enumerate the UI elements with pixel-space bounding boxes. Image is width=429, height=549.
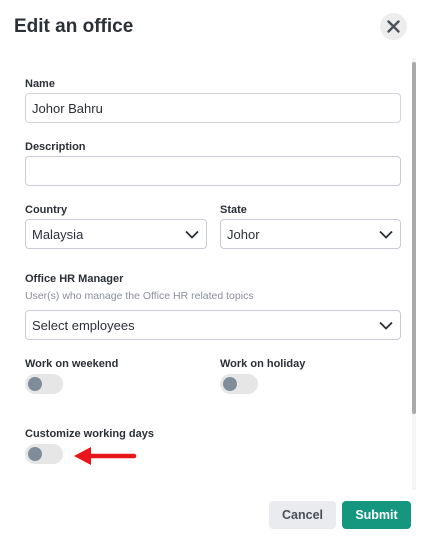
- close-button[interactable]: [380, 13, 407, 40]
- toggle-knob: [28, 377, 42, 391]
- toggle-knob: [28, 447, 42, 461]
- customize-working-days-label: Customize working days: [25, 428, 154, 440]
- toggle-knob: [223, 377, 237, 391]
- name-input-value: Johor Bahru: [32, 100, 103, 116]
- country-select-value: Malaysia: [32, 226, 84, 242]
- edit-office-dialog: Edit an office Name Johor Bahru Descript…: [0, 0, 429, 549]
- hr-manager-label: Office HR Manager: [25, 273, 124, 285]
- hr-manager-hint: User(s) who manage the Office HR related…: [25, 290, 254, 302]
- description-label: Description: [25, 141, 86, 153]
- name-input[interactable]: Johor Bahru: [25, 93, 401, 123]
- chevron-down-icon: [378, 226, 394, 242]
- dialog-title: Edit an office: [14, 16, 134, 37]
- work-on-holiday-label: Work on holiday: [220, 358, 306, 370]
- chevron-down-icon: [378, 317, 394, 333]
- work-on-holiday-toggle[interactable]: [220, 374, 258, 394]
- submit-button[interactable]: Submit: [342, 501, 411, 529]
- hr-manager-select[interactable]: Select employees: [25, 310, 401, 340]
- country-select[interactable]: Malaysia: [25, 219, 207, 249]
- scrollbar-thumb[interactable]: [412, 62, 416, 414]
- red-arrow-icon: [74, 447, 137, 465]
- customize-working-days-toggle[interactable]: [25, 444, 63, 464]
- country-label: Country: [25, 204, 68, 216]
- chevron-down-icon: [184, 226, 200, 242]
- state-label: State: [220, 204, 247, 216]
- close-icon: [387, 20, 400, 33]
- work-on-weekend-toggle[interactable]: [25, 374, 63, 394]
- cancel-button[interactable]: Cancel: [269, 501, 336, 529]
- state-select-value: Johor: [227, 226, 260, 242]
- name-label: Name: [25, 78, 55, 90]
- description-input[interactable]: [25, 156, 401, 186]
- work-on-weekend-label: Work on weekend: [25, 358, 119, 370]
- hr-manager-placeholder: Select employees: [32, 317, 135, 333]
- state-select[interactable]: Johor: [220, 219, 401, 249]
